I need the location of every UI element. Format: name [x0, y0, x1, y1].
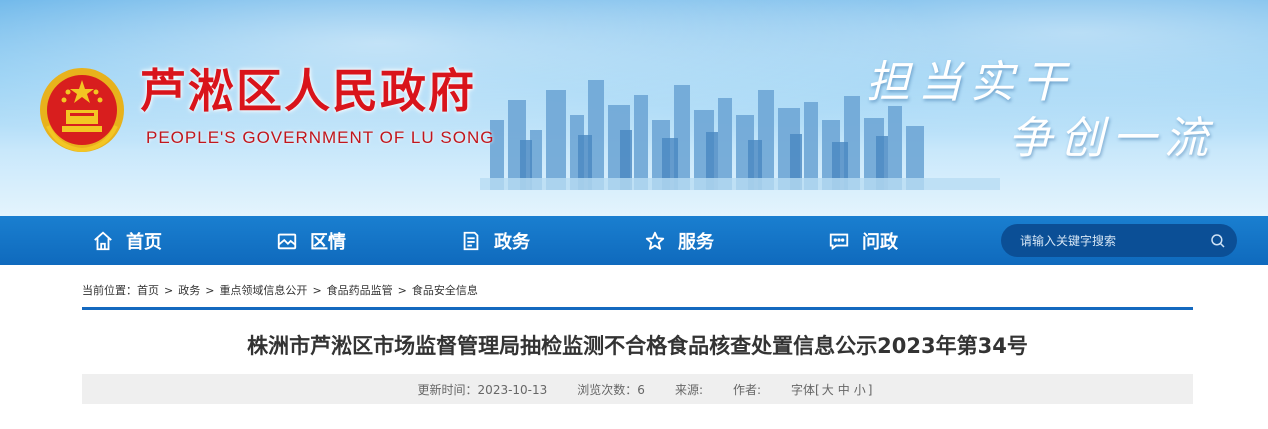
nav-item-affairs-label: 政务	[494, 231, 530, 253]
star-icon	[645, 231, 665, 250]
nav-item-home[interactable]: 首页	[92, 216, 162, 265]
breadcrumb-prefix: 当前位置：	[82, 284, 137, 297]
search-box	[1001, 224, 1237, 257]
nav-item-affairs[interactable]: 政务	[460, 216, 530, 265]
nav-item-services-label: 服务	[678, 231, 714, 253]
slogan-line-1: 担当实干	[866, 57, 1074, 108]
chat-icon	[829, 233, 849, 250]
font-size-medium-button[interactable]: 中	[838, 383, 850, 397]
font-size-label: 字体[	[791, 382, 820, 397]
header-banner: 芦淞区人民政府 PEOPLE'S GOVERNMENT OF LU SONG 担…	[0, 0, 1268, 216]
breadcrumb: 当前位置： 首页 > 政务 > 重点领域信息公开 > 食品药品监管 > 食品安全…	[82, 282, 478, 298]
breadcrumb-item-food-safety[interactable]: 食品安全信息	[412, 282, 478, 298]
nav-item-inquiry-label: 问政	[862, 231, 898, 253]
nav-item-services[interactable]: 服务	[644, 216, 714, 265]
slogan-line-2: 争创一流	[1008, 113, 1216, 164]
article-meta-bar: 更新时间：2023-10-13 浏览次数：6 来源: 作者: 字体[大中小]	[82, 374, 1193, 404]
nav-item-inquiry[interactable]: 问政	[828, 216, 898, 265]
font-size-small-button[interactable]: 小	[854, 383, 866, 397]
breadcrumb-item-key-areas[interactable]: 重点领域信息公开	[219, 282, 307, 298]
breadcrumb-separator: >	[312, 283, 322, 297]
breadcrumb-separator: >	[205, 283, 215, 297]
breadcrumb-separator: >	[164, 283, 174, 297]
font-size-close-bracket: ]	[867, 382, 873, 397]
site-title: 芦淞区人民政府	[140, 64, 476, 118]
nav-item-overview[interactable]: 区情	[276, 216, 346, 265]
font-size-control: 字体[大中小]	[791, 381, 872, 398]
breadcrumb-item-home[interactable]: 首页	[137, 282, 159, 298]
breadcrumb-item-affairs[interactable]: 政务	[178, 282, 200, 298]
section-divider	[82, 307, 1193, 310]
document-icon	[463, 231, 479, 250]
main-nav-bar: 首页 区情 政务 服务 问政	[0, 216, 1268, 265]
breadcrumb-item-food-drug[interactable]: 食品药品监管	[327, 282, 393, 298]
breadcrumb-separator: >	[397, 283, 407, 297]
view-count: 浏览次数：6	[577, 382, 645, 397]
picture-icon	[277, 233, 297, 249]
source-label: 来源:	[674, 382, 703, 397]
article-title: 株洲市芦淞区市场监督管理局抽检监测不合格食品核查处置信息公示2023年第34号	[247, 334, 1028, 358]
nav-item-overview-label: 区情	[310, 231, 346, 253]
nav-item-home-label: 首页	[126, 231, 162, 253]
home-icon	[94, 231, 112, 250]
author-label: 作者:	[732, 382, 762, 397]
search-icon[interactable]	[1209, 232, 1227, 250]
font-size-large-button[interactable]: 大	[822, 383, 834, 397]
site-subtitle: PEOPLE'S GOVERNMENT OF LU SONG	[146, 128, 495, 147]
search-input[interactable]	[1020, 233, 1209, 248]
national-emblem-icon	[40, 68, 124, 153]
update-time: 更新时间：2023-10-13	[417, 382, 548, 397]
